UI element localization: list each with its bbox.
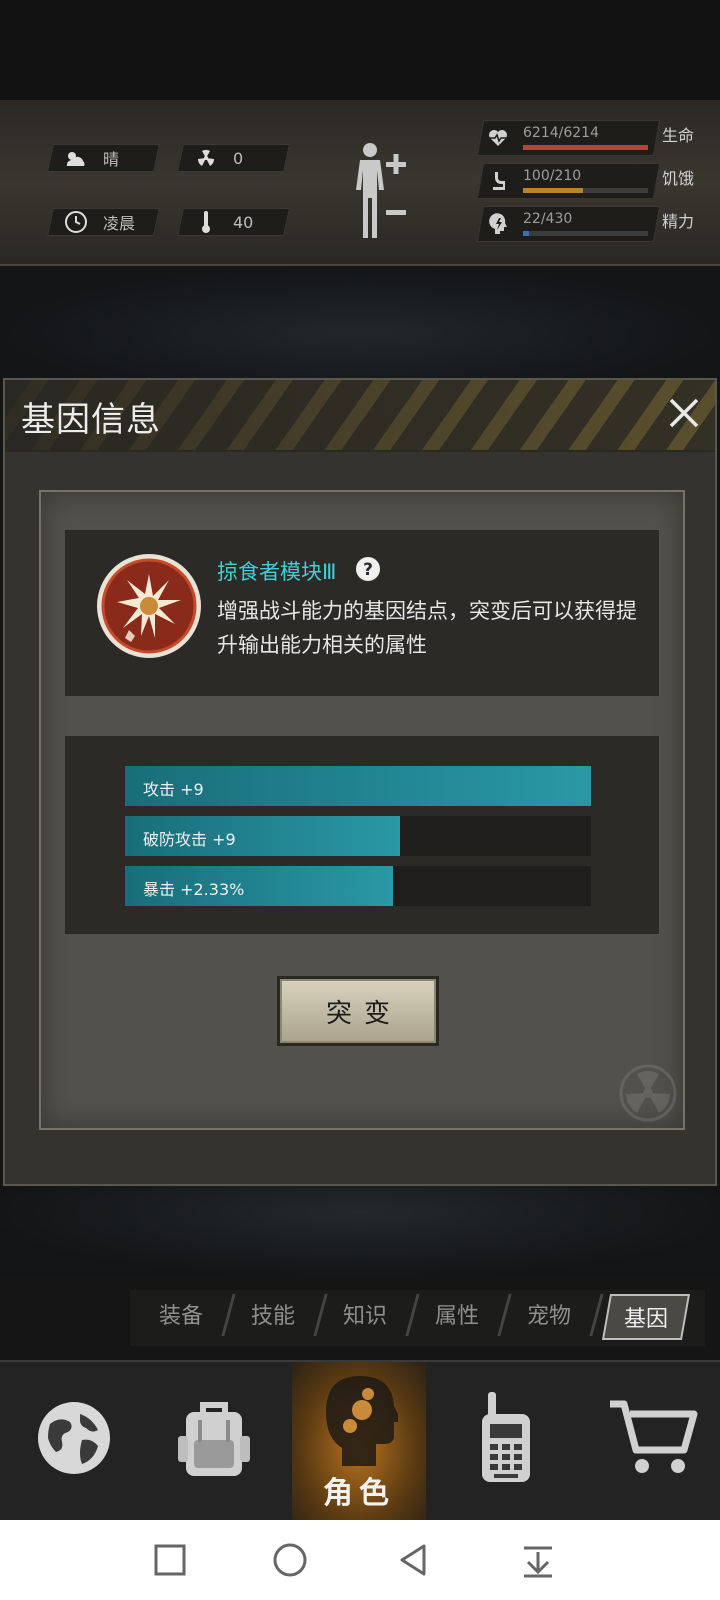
close-button[interactable] (665, 394, 703, 432)
cloud-sun-icon (63, 147, 89, 169)
gene-info-modal: 基因信息 掠食者模块Ⅲ ? 增强战斗能力的基因结点，突变后可以获得提升输出能力相… (3, 378, 717, 1186)
top-background (0, 0, 720, 100)
attribute-row: 暴击 +2.33% (125, 866, 591, 906)
health-bar (523, 145, 648, 150)
weather-box: 晴 (47, 144, 160, 172)
energy-value: 22/430 (523, 211, 573, 227)
svg-text:?: ? (363, 560, 373, 580)
nav-character[interactable]: 角色 (292, 1362, 426, 1520)
close-icon (669, 398, 699, 428)
character-head-icon (326, 1376, 398, 1466)
tab-pets[interactable]: 宠物 (506, 1290, 604, 1338)
scene-background-lower (0, 1186, 720, 1276)
mutate-button[interactable]: 突变 (277, 976, 439, 1046)
home-button[interactable] (270, 1540, 310, 1580)
attribute-panel: 攻击 +9 破防攻击 +9 暴击 +2.33% (65, 736, 659, 934)
radiation-watermark-icon (619, 1064, 677, 1122)
tab-label: 基因 (623, 1307, 668, 1332)
nav-shop[interactable] (586, 1362, 720, 1520)
energy-bar (523, 231, 648, 236)
triangle-back-icon (400, 1544, 426, 1576)
tab-label: 宠物 (526, 1304, 571, 1329)
tab-knowledge[interactable]: 知识 (322, 1290, 420, 1338)
vital-energy: 22/430 (476, 206, 661, 242)
status-bar: 晴 0 凌晨 40 6214/6214 生命 100/210 饥饿 22/430… (0, 100, 720, 266)
recents-button[interactable] (150, 1540, 190, 1580)
system-nav-bar (0, 1520, 720, 1600)
health-value: 6214/6214 (523, 125, 599, 141)
head-energy-icon (487, 213, 509, 235)
vital-health: 6214/6214 (476, 120, 661, 156)
radiation-box: 0 (177, 144, 290, 172)
hunger-bar (523, 188, 648, 193)
attribute-label: 暴击 +2.33% (143, 880, 245, 899)
nav-radio[interactable] (440, 1362, 574, 1520)
pull-down-icon (524, 1546, 552, 1578)
scene-background (0, 266, 720, 378)
tab-skills[interactable]: 技能 (230, 1290, 328, 1338)
thermometer-icon (193, 211, 219, 233)
bottom-nav: 角色 (0, 1360, 720, 1522)
attribute-label: 破防攻击 +9 (143, 830, 236, 849)
gene-name: 掠食者模块Ⅲ (217, 560, 337, 584)
help-icon[interactable]: ? (355, 556, 381, 582)
weather-value: 晴 (103, 150, 120, 169)
temperature-box: 40 (177, 208, 290, 236)
back-button[interactable] (394, 1540, 434, 1580)
attribute-row: 攻击 +9 (125, 766, 591, 806)
time-value: 凌晨 (103, 214, 136, 233)
gene-info-panel: 掠食者模块Ⅲ ? 增强战斗能力的基因结点，突变后可以获得提升输出能力相关的属性 (65, 530, 659, 696)
attribute-row: 破防攻击 +9 (125, 816, 591, 856)
tab-label: 技能 (250, 1304, 295, 1329)
globe-icon (38, 1402, 110, 1474)
health-label: 生命 (662, 126, 695, 145)
hunger-label: 饥饿 (662, 169, 695, 188)
nav-character-label: 角色 (323, 1476, 395, 1511)
radiation-value: 0 (233, 148, 244, 168)
hunger-value: 100/210 (523, 168, 582, 184)
vital-hunger: 100/210 (476, 163, 661, 199)
radiation-icon (193, 147, 219, 169)
tab-genes[interactable]: 基因 (601, 1294, 691, 1340)
gene-description: 增强战斗能力的基因结点，突变后可以获得提升输出能力相关的属性 (217, 599, 637, 657)
tab-label: 知识 (342, 1304, 387, 1329)
attribute-label: 攻击 +9 (143, 780, 204, 799)
modal-body: 掠食者模块Ⅲ ? 增强战斗能力的基因结点，突变后可以获得提升输出能力相关的属性 … (39, 490, 685, 1130)
tab-attributes[interactable]: 属性 (414, 1290, 512, 1338)
shopping-cart-icon (610, 1400, 698, 1473)
heart-pulse-icon (487, 127, 509, 149)
nav-world[interactable] (6, 1362, 140, 1520)
tab-label: 属性 (434, 1304, 479, 1329)
notification-pull-button[interactable] (518, 1540, 558, 1580)
modal-title: 基因信息 (21, 400, 161, 440)
circle-icon (273, 1543, 307, 1577)
body-plus-minus-icon[interactable] (350, 140, 420, 250)
clock-icon (63, 211, 89, 233)
time-box: 凌晨 (47, 208, 160, 236)
temperature-value: 40 (233, 212, 254, 232)
tab-label: 装备 (158, 1304, 203, 1329)
predator-gene-icon (95, 552, 203, 660)
stomach-icon (487, 170, 509, 192)
energy-label: 精力 (662, 212, 695, 231)
character-subtabs: 装备 技能 知识 属性 宠物 基因 (130, 1290, 705, 1346)
nav-backpack[interactable] (150, 1362, 284, 1520)
backpack-icon (178, 1402, 250, 1476)
walkie-talkie-icon (482, 1392, 530, 1482)
tab-equipment[interactable]: 装备 (138, 1290, 236, 1338)
square-icon (154, 1544, 186, 1576)
